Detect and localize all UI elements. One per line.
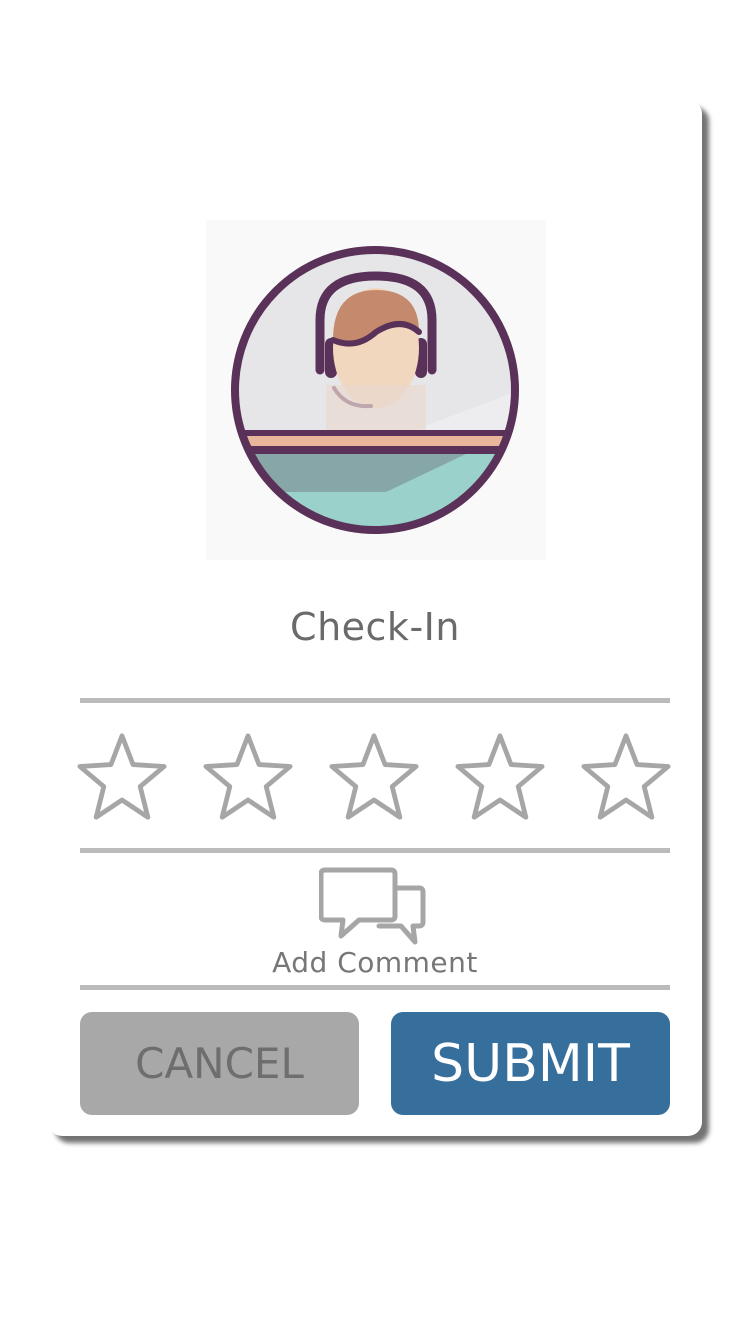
divider-middle	[80, 848, 670, 853]
cancel-button[interactable]: CANCEL	[80, 1012, 359, 1115]
receptionist-illustration	[231, 246, 519, 534]
star-2-button[interactable]	[200, 732, 296, 822]
star-outline-icon	[455, 733, 545, 820]
star-outline-icon	[203, 733, 293, 820]
star-rating[interactable]	[74, 732, 676, 822]
add-comment-button[interactable]: Add Comment	[248, 860, 502, 980]
star-3-button[interactable]	[326, 732, 422, 822]
divider-bottom	[80, 985, 670, 990]
star-outline-icon	[77, 733, 167, 820]
add-comment-label: Add Comment	[272, 946, 478, 979]
star-5-button[interactable]	[578, 732, 674, 822]
star-4-button[interactable]	[452, 732, 548, 822]
receptionist-avatar	[206, 220, 546, 560]
chat-bubbles-icon	[319, 867, 426, 945]
submit-button[interactable]: SUBMIT	[391, 1012, 670, 1115]
checkin-dialog: Check-In Add Comment CANCEL SUBMIT	[48, 100, 702, 1136]
star-1-button[interactable]	[74, 732, 170, 822]
star-outline-icon	[329, 733, 419, 820]
dialog-title: Check-In	[290, 605, 460, 649]
divider-top	[80, 698, 670, 703]
star-outline-icon	[581, 733, 671, 820]
